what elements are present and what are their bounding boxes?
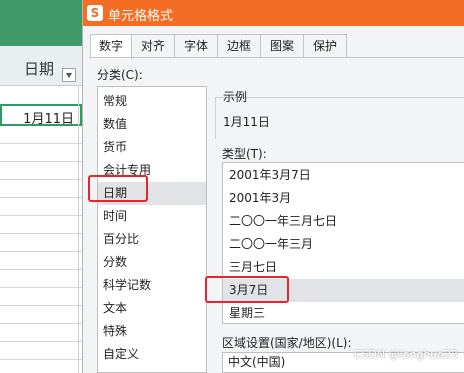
dialog-title: 单元格格式 bbox=[108, 9, 174, 24]
category-special[interactable]: 特殊 bbox=[98, 320, 206, 343]
tab-protection[interactable]: 保护 bbox=[303, 34, 347, 58]
chevron-down-icon bbox=[66, 73, 72, 78]
highlight-box-category bbox=[88, 175, 148, 202]
type-option[interactable]: 二〇〇一年三月七日 bbox=[223, 210, 464, 233]
preview-value: 1月11日 bbox=[223, 115, 270, 129]
category-currency[interactable]: 货币 bbox=[98, 136, 206, 159]
sheet-toolbar-strip bbox=[0, 0, 82, 46]
tab-pattern[interactable]: 图案 bbox=[260, 34, 304, 58]
selected-cell[interactable]: 1月11日 bbox=[0, 104, 82, 127]
category-general[interactable]: 常规 bbox=[98, 90, 206, 113]
type-option[interactable]: 二〇〇一年三月 bbox=[223, 233, 464, 256]
category-time[interactable]: 时间 bbox=[98, 205, 206, 228]
category-label: 分类(C): bbox=[97, 68, 143, 82]
app-icon-letter: S bbox=[90, 6, 100, 20]
spreadsheet-area: 日期 1月11日 bbox=[0, 0, 82, 373]
watermark: CSDN @longhua23 bbox=[353, 348, 458, 361]
column-divider bbox=[78, 86, 79, 373]
type-option[interactable]: 2001年3月7日 bbox=[223, 164, 464, 187]
sheet-grid-rows[interactable] bbox=[0, 126, 82, 373]
type-option[interactable]: 星期三 bbox=[223, 302, 464, 323]
type-option[interactable]: 2001年3月 bbox=[223, 187, 464, 210]
dialog-title-bar[interactable]: S 单元格格式 bbox=[83, 0, 464, 26]
tab-divider bbox=[90, 57, 464, 58]
category-fraction[interactable]: 分数 bbox=[98, 251, 206, 274]
category-text[interactable]: 文本 bbox=[98, 297, 206, 320]
category-scientific[interactable]: 科学记数 bbox=[98, 274, 206, 297]
tab-number[interactable]: 数字 bbox=[90, 34, 132, 59]
tab-alignment[interactable]: 对齐 bbox=[131, 34, 175, 58]
tab-font[interactable]: 字体 bbox=[174, 34, 218, 58]
selected-cell-value: 1月11日 bbox=[23, 112, 74, 127]
category-number[interactable]: 数值 bbox=[98, 113, 206, 136]
category-list[interactable]: 常规 数值 货币 会计专用 日期 时间 百分比 分数 科学记数 文本 特殊 自定… bbox=[97, 86, 207, 373]
column-header-label: 日期 bbox=[24, 60, 55, 78]
wps-logo-icon: S bbox=[87, 5, 103, 21]
locale-label: 区域设置(国家/地区)(L): bbox=[222, 336, 352, 350]
tab-border[interactable]: 边框 bbox=[217, 34, 261, 58]
category-custom[interactable]: 自定义 bbox=[98, 343, 206, 366]
preview-label: 示例 bbox=[223, 90, 248, 104]
type-label: 类型(T): bbox=[222, 147, 267, 161]
category-percentage[interactable]: 百分比 bbox=[98, 228, 206, 251]
filter-dropdown-button[interactable] bbox=[62, 68, 76, 82]
highlight-box-type bbox=[205, 276, 289, 303]
